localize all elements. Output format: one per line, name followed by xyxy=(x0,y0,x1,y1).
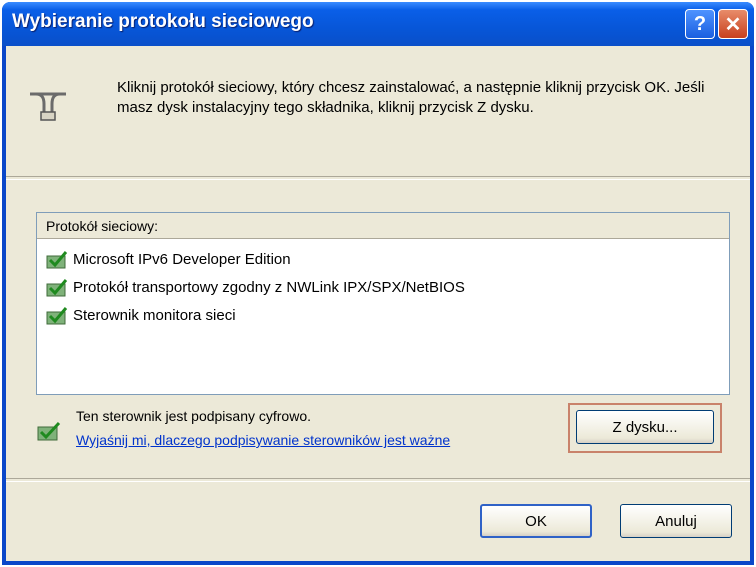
network-protocol-icon xyxy=(46,251,68,269)
dialog-window: Wybieranie protokołu sieciowego ? ✕ Klik… xyxy=(2,2,754,565)
window-title: Wybieranie protokołu sieciowego xyxy=(12,11,314,32)
intro-text: Kliknij protokół sieciowy, który chcesz … xyxy=(117,79,705,116)
signature-info-link[interactable]: Wyjaśnij mi, dlaczego podpisywanie stero… xyxy=(76,432,450,448)
signed-driver-icon xyxy=(37,421,61,441)
signature-status: Ten sterownik jest podpisany cyfrowo. xyxy=(76,408,311,424)
list-item[interactable]: Protokół transportowy zgodny z NWLink IP… xyxy=(45,277,465,299)
list-item-label: Microsoft IPv6 Developer Edition xyxy=(73,251,291,268)
ok-button[interactable]: OK xyxy=(480,504,592,538)
network-protocol-icon xyxy=(46,307,68,325)
list-item[interactable]: Microsoft IPv6 Developer Edition xyxy=(45,249,291,271)
dialog-body: Kliknij protokół sieciowy, który chcesz … xyxy=(6,46,750,561)
title-bar[interactable]: Wybieranie protokołu sieciowego ? ✕ xyxy=(2,2,754,46)
list-item[interactable]: Sterownik monitora sieci xyxy=(45,305,236,327)
network-protocol-icon xyxy=(46,279,68,297)
help-button[interactable]: ? xyxy=(685,9,715,39)
list-item-label: Protokół transportowy zgodny z NWLink IP… xyxy=(73,279,465,296)
from-disk-button[interactable]: Z dysku... xyxy=(576,410,714,444)
list-item-label: Sterownik monitora sieci xyxy=(73,307,236,324)
cancel-button[interactable]: Anuluj xyxy=(620,504,732,538)
close-button[interactable]: ✕ xyxy=(718,9,748,39)
separator-bottom xyxy=(6,478,750,482)
list-header: Protokół sieciowy: xyxy=(37,213,729,239)
network-cable-icon xyxy=(30,92,66,121)
protocol-list[interactable]: Protokół sieciowy: Microsoft IPv6 Develo… xyxy=(36,212,730,395)
separator-top xyxy=(6,176,750,180)
